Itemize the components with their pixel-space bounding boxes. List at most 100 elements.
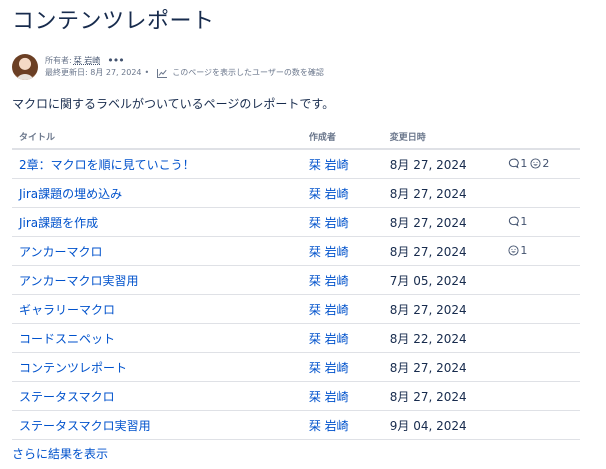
cell-modified: 8月 27, 2024	[389, 381, 509, 411]
creator-link[interactable]: 栞 岩崎	[309, 419, 349, 433]
creator-link[interactable]: 栞 岩崎	[309, 332, 349, 346]
update-row: 最終更新日: 8月 27, 2024 • このページを表示したユーザーの数を確認	[45, 67, 324, 79]
byline-meta: 所有者: 栞 岩崎 ••• 最終更新日: 8月 27, 2024 • このページ…	[45, 55, 324, 79]
page-title-link[interactable]: 2章：マクロを順に見ていこう！	[19, 158, 195, 172]
cell-modified: 9月 04, 2024	[389, 410, 509, 440]
cell-creator: 栞 岩崎	[308, 236, 390, 266]
page-title-link[interactable]: アンカーマクロ実習用	[19, 274, 139, 288]
cell-title: アンカーマクロ実習用	[12, 265, 309, 295]
smiley-icon	[508, 244, 519, 256]
like-count[interactable]: 1	[508, 244, 527, 257]
report-rows: 2章：マクロを順に見ていこう！栞 岩崎 8月 27, 2024 1 2 Jira課題の埋…	[12, 149, 580, 440]
cell-creator: 栞 岩崎	[308, 410, 390, 440]
last-updated: 最終更新日: 8月 27, 2024	[45, 68, 142, 77]
table-row: Jira課題を作成 栞 岩崎 8月 27, 2024 1	[12, 207, 580, 237]
cell-modified: 8月 22, 2024	[389, 323, 509, 353]
table-row: アンカーマクロ 栞 岩崎 8月 27, 2024 1	[12, 236, 580, 266]
content-report-table: タイトル 作成者 変更日時 2章：マクロを順に見ていこう！ 栞 岩崎 8月 27, …	[12, 124, 580, 440]
page-title-link[interactable]: アンカーマクロ	[19, 245, 103, 259]
cell-modified: 8月 27, 2024	[389, 207, 509, 237]
creator-link[interactable]: 栞 岩崎	[309, 274, 349, 288]
comment-count-value: 1	[520, 156, 528, 170]
creator-link[interactable]: 栞 岩崎	[309, 303, 349, 317]
cell-title: コンテンツレポート	[12, 352, 309, 382]
comment-count[interactable]: 1	[508, 157, 527, 170]
page-title-link[interactable]: コンテンツレポート	[19, 361, 127, 375]
cell-title: アンカーマクロ	[12, 236, 309, 266]
comment-count[interactable]: 1	[508, 215, 527, 228]
comment-icon	[509, 158, 520, 169]
column-header-title: タイトル	[12, 124, 309, 150]
cell-social: 1	[508, 207, 580, 237]
table-row: コンテンツレポート 栞 岩崎 8月 27, 2024	[12, 352, 580, 382]
owner-name-link[interactable]: 栞 岩崎	[74, 55, 101, 67]
cell-modified: 8月 27, 2024	[389, 236, 509, 266]
ellipsis-icon[interactable]: •••	[107, 55, 124, 66]
cell-modified: 8月 27, 2024	[389, 352, 509, 382]
page-title: コンテンツレポート	[12, 9, 215, 34]
page-title-link[interactable]: ステータスマクロ実習用	[19, 419, 151, 433]
cell-creator: 栞 岩崎	[308, 178, 390, 208]
table-row: ステータスマクロ 栞 岩崎 8月 27, 2024	[12, 381, 580, 411]
creator-link[interactable]: 栞 岩崎	[309, 361, 349, 375]
more-results-link[interactable]: さらに結果を表示	[12, 445, 108, 463]
owner-avatar[interactable]	[12, 54, 38, 80]
cell-creator: 栞 岩崎	[308, 294, 390, 324]
analytics-link[interactable]: このページを表示したユーザーの数を確認	[172, 67, 324, 79]
cell-creator: 栞 岩崎	[308, 207, 390, 237]
column-header-creator: 作成者	[308, 124, 390, 150]
cell-social	[508, 265, 580, 295]
cell-social: 12	[508, 149, 580, 179]
cell-modified: 8月 27, 2024	[389, 149, 509, 179]
chart-icon	[157, 68, 168, 78]
cell-title: 2章：マクロを順に見ていこう！	[12, 149, 309, 179]
page-title-link[interactable]: コードスニペット	[19, 332, 115, 346]
smiley-icon	[530, 157, 541, 169]
cell-social	[508, 323, 580, 353]
table-row: コードスニペット 栞 岩崎 8月 22, 2024	[12, 323, 580, 353]
separator-dot: •	[144, 68, 150, 77]
owner-row: 所有者: 栞 岩崎 •••	[45, 55, 324, 67]
column-header-modified: 変更日時	[389, 124, 509, 150]
table-row: 2章：マクロを順に見ていこう！栞 岩崎 8月 27, 2024 1 2	[12, 149, 580, 179]
cell-modified: 8月 27, 2024	[389, 178, 509, 208]
cell-creator: 栞 岩崎	[308, 149, 390, 179]
cell-modified: 7月 05, 2024	[389, 265, 509, 295]
page-title-link[interactable]: Jira課題を作成	[19, 216, 98, 230]
table-row: Jira課題の埋め込み 栞 岩崎 8月 27, 2024	[12, 178, 580, 208]
cell-social	[508, 410, 580, 440]
cell-social	[508, 352, 580, 382]
cell-title: ステータスマクロ実習用	[12, 410, 309, 440]
cell-title: ギャラリーマクロ	[12, 294, 309, 324]
cell-title: Jira課題を作成	[12, 207, 309, 237]
table-row: ギャラリーマクロ 栞 岩崎 8月 27, 2024	[12, 294, 580, 324]
creator-link[interactable]: 栞 岩崎	[309, 158, 349, 172]
page-title-link[interactable]: ギャラリーマクロ	[19, 303, 115, 317]
report-description: マクロに関するラベルがついているページのレポートです。	[12, 97, 335, 111]
cell-social	[508, 178, 580, 208]
table-row: アンカーマクロ実習用 栞 岩崎 7月 05, 2024	[12, 265, 580, 295]
like-count-value: 2	[542, 156, 550, 170]
creator-link[interactable]: 栞 岩崎	[309, 390, 349, 404]
cell-title: Jira課題の埋め込み	[12, 178, 309, 208]
cell-modified: 8月 27, 2024	[389, 294, 509, 324]
owner-label: 所有者:	[45, 56, 72, 65]
content-report-page: コンテンツレポート 所有者: 栞 岩崎 ••• 最終更新日: 8月 27, 20…	[0, 0, 606, 469]
cell-social	[508, 294, 580, 324]
cell-creator: 栞 岩崎	[308, 265, 390, 295]
cell-title: ステータスマクロ	[12, 381, 309, 411]
cell-creator: 栞 岩崎	[308, 323, 390, 353]
cell-social	[508, 381, 580, 411]
cell-social: 1	[508, 236, 580, 266]
page-title-link[interactable]: ステータスマクロ	[19, 390, 115, 404]
like-count[interactable]: 2	[530, 157, 549, 170]
cell-creator: 栞 岩崎	[308, 381, 390, 411]
page-title-link[interactable]: Jira課題の埋め込み	[19, 187, 122, 201]
creator-link[interactable]: 栞 岩崎	[309, 216, 349, 230]
creator-link[interactable]: 栞 岩崎	[309, 245, 349, 259]
creator-link[interactable]: 栞 岩崎	[309, 187, 349, 201]
cell-creator: 栞 岩崎	[308, 352, 390, 382]
comment-count-value: 1	[520, 214, 528, 228]
table-header-row: タイトル 作成者 変更日時	[12, 124, 580, 150]
cell-title: コードスニペット	[12, 323, 309, 353]
